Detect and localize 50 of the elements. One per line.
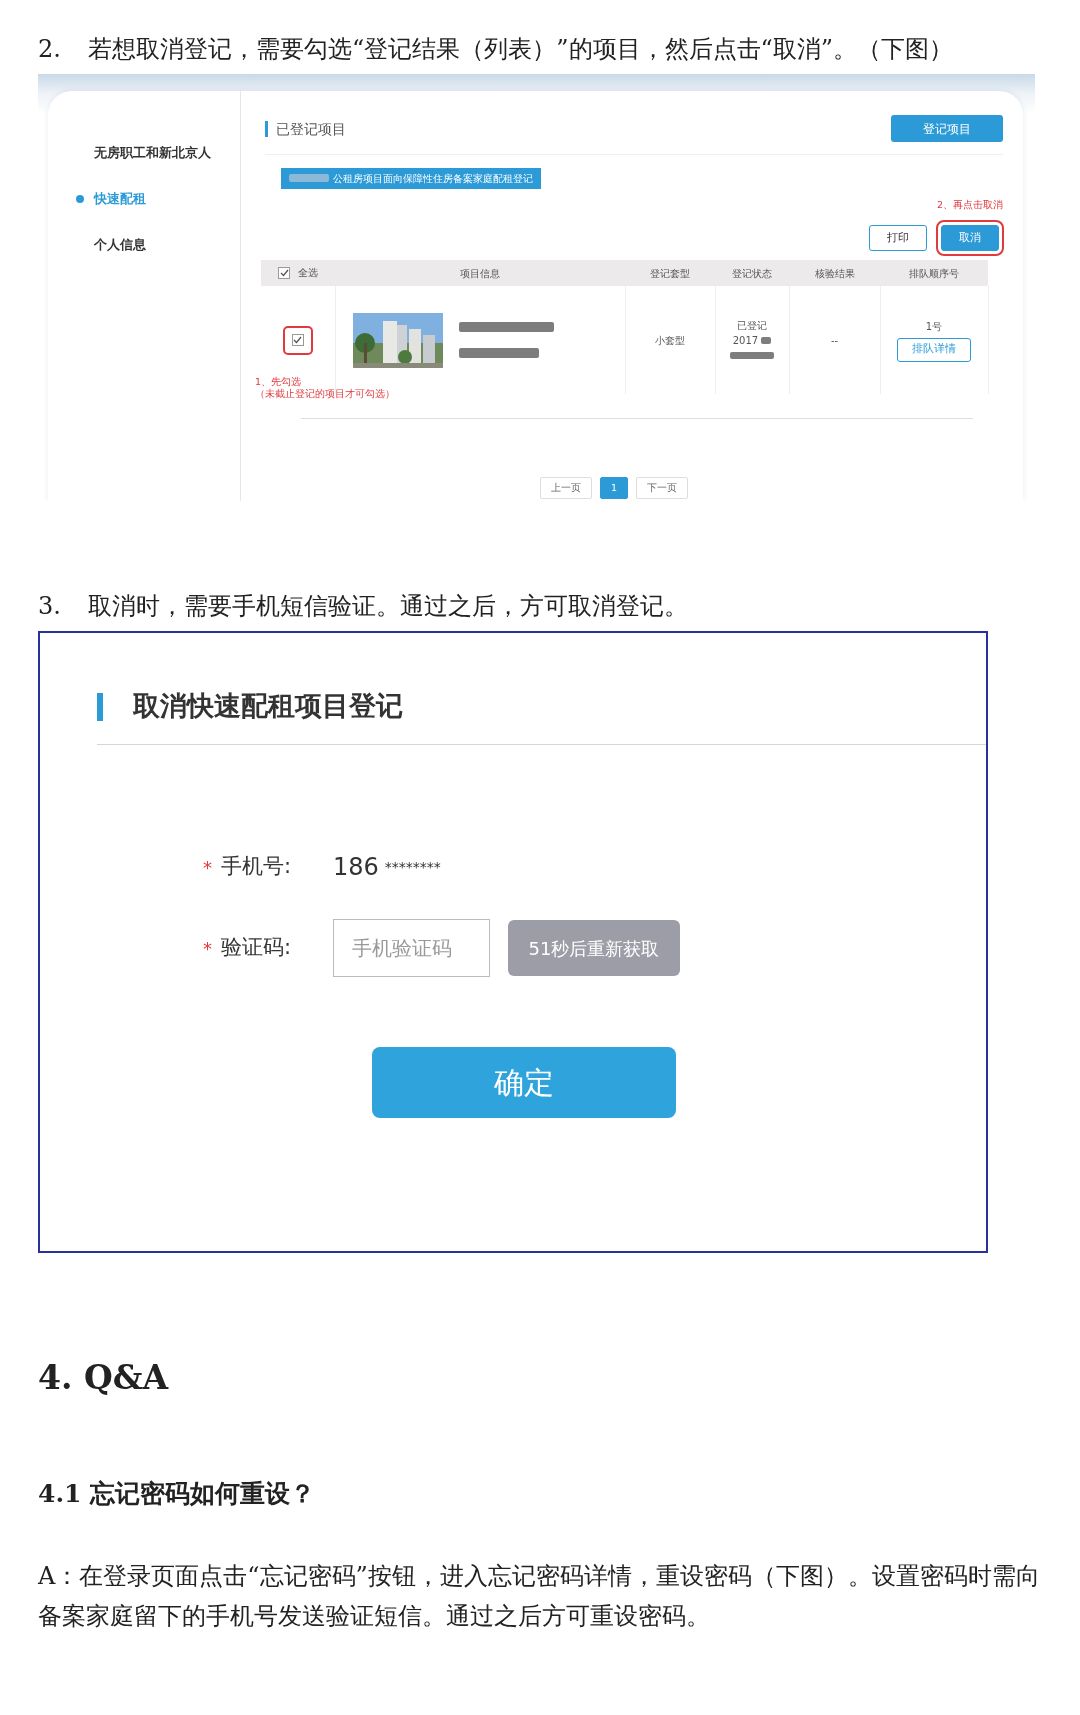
bullet-icon xyxy=(76,195,84,203)
column-header: 排队顺序号 xyxy=(880,260,988,286)
column-header: 登记状态 xyxy=(715,260,789,286)
column-header: 登记套型 xyxy=(625,260,715,286)
check-icon xyxy=(279,268,289,277)
column-header: 核验结果 xyxy=(789,260,880,286)
status-text: 已登记 xyxy=(736,318,768,333)
page-button[interactable]: 1 xyxy=(599,477,628,499)
redacted-text xyxy=(289,174,329,182)
required-mark: * xyxy=(203,936,213,961)
step-number: 3. xyxy=(38,591,62,622)
queue-number: 1号 xyxy=(924,319,944,334)
answer-text: A：在登录页面点击“忘记密码”按钮，进入忘记密码详情，重设密码（下图）。设置密码时需向备案家庭留下的手机号发送验证短信。通过之后方可重设密码。 xyxy=(38,1561,1040,1632)
sidebar-item[interactable]: 无房职工和新北京人 xyxy=(76,141,220,165)
field-label: 验证码: xyxy=(221,934,293,962)
register-button[interactable]: 登记项目 xyxy=(891,115,1003,142)
action-button[interactable]: 打印 xyxy=(869,225,927,251)
field-label: 手机号: xyxy=(221,853,293,881)
annotation-text: （未截止登记的项目才可勾选） xyxy=(255,388,395,400)
section-title: 已登记项目 xyxy=(265,120,346,137)
queue-detail-button[interactable]: 排队详情 xyxy=(897,337,971,362)
prev-page-button[interactable]: 上一页 xyxy=(539,477,592,499)
code-input-field[interactable]: 手机验证码 xyxy=(333,919,490,977)
table-cell: 小套型 xyxy=(625,286,715,394)
dialog-title: 取消快速配租项目登记 xyxy=(133,689,403,724)
checkbox[interactable] xyxy=(291,333,304,346)
sidebar-item[interactable]: 快速配租 xyxy=(76,187,220,211)
checkbox[interactable] xyxy=(278,266,290,279)
step-text: 取消时，需要手机短信验证。通过之后，方可取消登记。 xyxy=(88,591,688,622)
sidebar-item[interactable]: 个人信息 xyxy=(76,233,220,257)
column-header: 项目信息 xyxy=(335,260,625,286)
confirm-button[interactable]: 确定 xyxy=(372,1047,676,1118)
subheading: 4.1 忘记密码如何重设？ xyxy=(38,1477,317,1510)
select-all-label: 全选 xyxy=(298,266,318,281)
annotation-text: 2、再点击取消 xyxy=(936,199,1003,210)
redacted-text xyxy=(730,351,774,359)
next-page-button[interactable]: 下一页 xyxy=(636,477,688,499)
phone-number: 186 xyxy=(333,852,379,883)
title-marker xyxy=(97,692,103,721)
table-cell: -- xyxy=(789,286,880,394)
status-date: 2017 xyxy=(732,334,759,346)
section-heading: 4. Q&A xyxy=(38,1357,170,1399)
required-mark: * xyxy=(203,855,213,880)
step-text: 若想取消登记，需要勾选“登记结果（列表）”的项目，然后点击“取消”。（下图） xyxy=(88,34,954,65)
step-number: 2. xyxy=(38,34,62,65)
banner-text: 公租房项目面向保障性住房备案家庭配租登记 xyxy=(333,172,533,186)
annotation-text: 1、先勾选 xyxy=(255,376,303,388)
masked-digits: ******** xyxy=(384,857,441,877)
redacted-text xyxy=(761,336,772,344)
check-icon xyxy=(293,335,303,344)
